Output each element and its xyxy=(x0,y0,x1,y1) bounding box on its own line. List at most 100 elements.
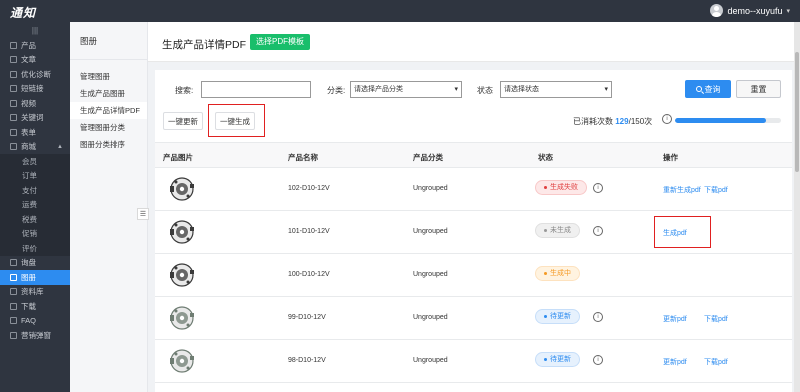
page-scrollbar[interactable] xyxy=(794,22,800,392)
nav-item-label: 评价 xyxy=(22,243,37,253)
highlight-box xyxy=(654,216,711,248)
top-bar: 通知 demo--xuyufu ▾ xyxy=(0,0,800,22)
nav-item[interactable]: 评价 xyxy=(0,241,70,256)
search-button-label: 查询 xyxy=(704,84,721,94)
username: demo--xuyufu xyxy=(727,5,783,16)
search-button[interactable]: 查询 xyxy=(685,80,731,98)
row-action-link[interactable]: 更新pdf xyxy=(663,314,687,324)
nav-item[interactable]: 会员 xyxy=(0,154,70,169)
action-bar: 一键更新 一键生成 已消耗次数 129/150次 i xyxy=(155,104,792,137)
product-image[interactable] xyxy=(167,217,197,247)
nav-item[interactable]: 促销 xyxy=(0,226,70,241)
status-badge: 待更新 xyxy=(535,352,580,367)
nav-item[interactable]: 下载 xyxy=(0,299,70,314)
info-icon[interactable]: i xyxy=(593,355,603,365)
nav-icon xyxy=(10,114,17,122)
row-action-link[interactable]: 下载pdf xyxy=(704,357,728,367)
status-badge: 生成失败 xyxy=(535,180,587,195)
nav-item[interactable]: 视频 xyxy=(0,96,70,111)
product-category: Ungrouped xyxy=(413,357,448,364)
col-header-actions: 操作 xyxy=(663,153,678,162)
row-action-link[interactable]: 下载pdf xyxy=(704,314,728,324)
chevron-up-icon: ▲ xyxy=(57,143,63,150)
nav-item-label: 表单 xyxy=(21,127,36,137)
nav-item-label: 会员 xyxy=(22,156,37,166)
col-header-image: 产品图片 xyxy=(163,153,193,162)
nav-item[interactable]: 订单 xyxy=(0,168,70,183)
status-dot-icon xyxy=(544,229,547,232)
nav-item[interactable]: 询盘 xyxy=(0,256,70,271)
update-all-button[interactable]: 一键更新 xyxy=(163,112,203,130)
product-image[interactable] xyxy=(167,260,197,290)
secondary-nav-item[interactable]: 生成产品图册 xyxy=(70,85,147,102)
nav-item[interactable]: 税费 xyxy=(0,212,70,227)
nav-item[interactable]: 运费 xyxy=(0,197,70,212)
collapse-panel-icon[interactable]: ☰ xyxy=(137,208,149,220)
nav-item[interactable]: FAQ xyxy=(0,314,70,329)
secondary-sidebar-title: 图册 xyxy=(70,22,147,60)
nav-item-label: FAQ xyxy=(21,316,37,326)
nav-item[interactable]: 图册 xyxy=(0,270,70,285)
nav-item[interactable]: 短链接 xyxy=(0,82,70,97)
status-label: 生成中 xyxy=(550,270,571,277)
product-category: Ungrouped xyxy=(413,185,448,192)
info-icon[interactable]: i xyxy=(593,183,603,193)
nav-item[interactable]: 优化诊断 xyxy=(0,67,70,82)
nav-item[interactable]: 商城 ▲ xyxy=(0,140,70,155)
product-image[interactable] xyxy=(167,346,197,376)
category-select[interactable]: 请选择产品分类 ▾ xyxy=(350,81,462,98)
app-logo[interactable]: 通知 xyxy=(10,4,36,21)
secondary-nav-item[interactable]: 管理图册 xyxy=(70,68,147,85)
avatar-icon xyxy=(710,4,724,17)
nav-icon xyxy=(10,302,17,310)
content-panel: 搜索: 分类: 请选择产品分类 ▾ 状态 请选择状态 ▾ 查询 重置 一键更新 … xyxy=(155,70,792,392)
nav-item[interactable]: 文章 xyxy=(0,53,70,68)
nav-item-label: 优化诊断 xyxy=(21,69,51,79)
info-icon[interactable]: i xyxy=(593,312,603,322)
select-pdf-template-button[interactable]: 选择PDF模板 xyxy=(250,34,310,50)
product-category: Ungrouped xyxy=(413,228,448,235)
status-label: 状态 xyxy=(477,86,493,95)
nav-item-label: 询盘 xyxy=(21,258,36,268)
row-action-link[interactable]: 重新生成pdf xyxy=(663,185,701,195)
table-row: 100-D10-12V Ungrouped 生成中 xyxy=(155,254,792,297)
nav-icon xyxy=(10,273,17,281)
row-action-link[interactable]: 下载pdf xyxy=(704,185,728,195)
quota-used: 129 xyxy=(615,117,629,126)
nav-item[interactable]: 产品 xyxy=(0,38,70,53)
status-badge: 待更新 xyxy=(535,309,580,324)
nav-item[interactable]: 营销弹窗 xyxy=(0,328,70,343)
search-input[interactable] xyxy=(201,81,311,98)
product-image[interactable] xyxy=(167,174,197,204)
col-header-name: 产品名称 xyxy=(288,153,318,162)
nav-item[interactable]: 关键词 xyxy=(0,111,70,126)
status-badge: 未生成 xyxy=(535,223,580,238)
nav-item[interactable]: 表单 xyxy=(0,125,70,140)
table-row: 102-D10-12V Ungrouped 生成失败 i 重新生成pdf 下载pdf xyxy=(155,168,792,211)
secondary-nav-item[interactable]: 生成产品详情PDF xyxy=(70,102,147,119)
status-select[interactable]: 请选择状态 ▾ xyxy=(500,81,612,98)
status-label: 待更新 xyxy=(550,356,571,363)
info-icon[interactable]: i xyxy=(593,226,603,236)
sidebar-toggle-icon[interactable]: ||| xyxy=(0,22,70,38)
reset-button[interactable]: 重置 xyxy=(736,80,781,98)
nav-icon xyxy=(10,143,17,151)
secondary-nav-item[interactable]: 图册分类排序 xyxy=(70,136,147,153)
nav-item[interactable]: 资料库 xyxy=(0,285,70,300)
chevron-down-icon: ▾ xyxy=(786,7,790,15)
nav-item[interactable]: 支付 xyxy=(0,183,70,198)
table-row: 98-D10-12V Ungrouped 待更新 i 更新pdf 下载pdf xyxy=(155,340,792,383)
info-icon[interactable]: i xyxy=(662,114,672,124)
user-menu[interactable]: demo--xuyufu ▾ xyxy=(710,4,790,17)
quota-progress-bar xyxy=(675,118,781,123)
table-row: 101-D10-12V Ungrouped 未生成 i 生成pdf xyxy=(155,211,792,254)
nav-item-label: 支付 xyxy=(22,185,37,195)
secondary-nav-item[interactable]: 管理图册分类 xyxy=(70,119,147,136)
product-image[interactable] xyxy=(167,303,197,333)
row-action-link[interactable]: 更新pdf xyxy=(663,357,687,367)
nav-item-label: 促销 xyxy=(22,229,37,239)
table-row: 99-D10-12V Ungrouped 待更新 i 更新pdf 下载pdf xyxy=(155,297,792,340)
scrollbar-thumb[interactable] xyxy=(795,52,799,172)
nav-item-label: 营销弹窗 xyxy=(21,330,51,340)
table-header: 产品图片 产品名称 产品分类 状态 操作 xyxy=(155,142,792,168)
